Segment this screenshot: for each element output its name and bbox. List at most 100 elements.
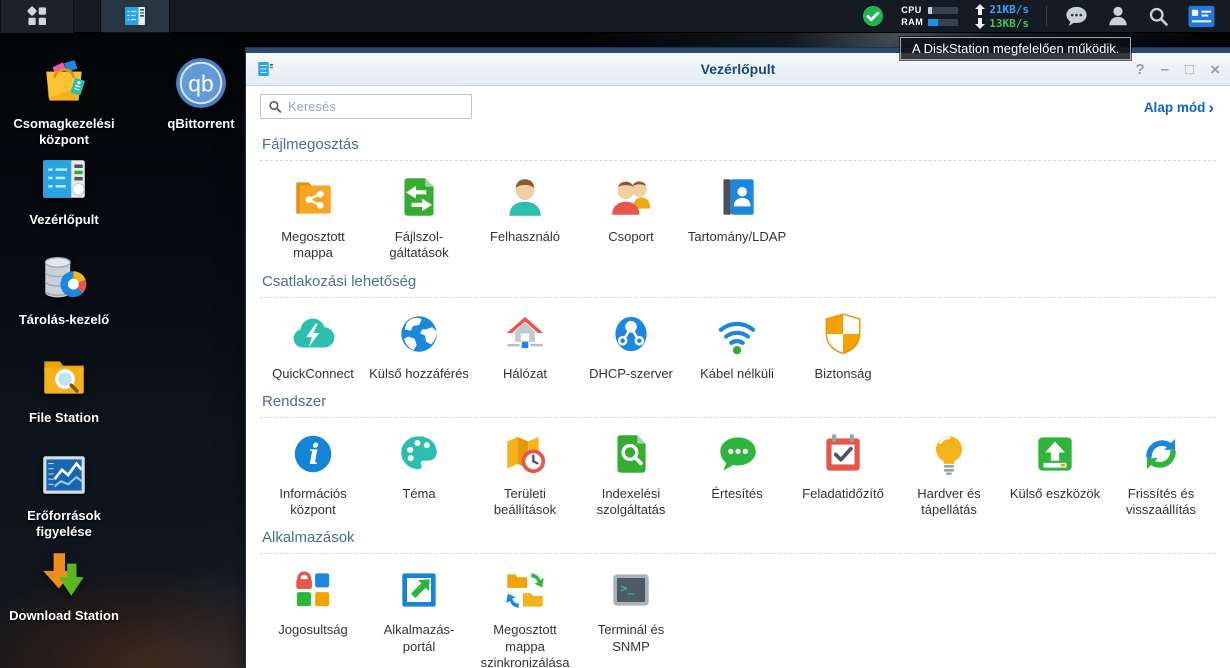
cp-item-shared-folder[interactable]: Megosztott mappa: [260, 172, 366, 262]
cp-item-terminal-snmp[interactable]: >_ Terminál és SNMP: [578, 565, 684, 655]
desktop-icon-qbittorrent[interactable]: qb qBittorrent: [149, 56, 253, 132]
cp-item-external-devices[interactable]: Külső eszközök: [1002, 429, 1108, 502]
shared-folder-icon: [296, 182, 331, 214]
cp-item-task-scheduler[interactable]: Feladatidőzítő: [790, 429, 896, 502]
cp-item-indexing-service[interactable]: Indexelési szolgáltatás: [578, 429, 684, 519]
minimize-button[interactable]: –: [1161, 62, 1169, 77]
main-menu-button[interactable]: [0, 0, 74, 33]
desktop-icon-resource-monitor[interactable]: Erőforrások figyelése: [12, 448, 116, 541]
chevron-right-icon: ›: [1208, 98, 1214, 117]
cp-item-privileges[interactable]: Jogosultság: [260, 565, 366, 638]
cp-item-label: Tartomány/LDAP: [687, 229, 787, 244]
control-panel-icon: [43, 160, 85, 198]
desktop-icon-label: qBittorrent: [167, 116, 235, 131]
search-icon[interactable]: [1147, 5, 1170, 28]
cp-item-user[interactable]: Felhasználó: [472, 172, 578, 245]
shared-folder-sync-icon: [506, 573, 544, 608]
cp-item-security[interactable]: Biztonság: [790, 309, 896, 382]
cp-item-regional-options[interactable]: Területi beállítások: [472, 429, 578, 519]
desktop-icon-file-station[interactable]: File Station: [12, 350, 116, 426]
ram-meter: [928, 18, 959, 26]
resource-monitor-icon: [43, 456, 85, 494]
cp-item-shared-folder-sync[interactable]: Megosztott mappa szinkronizálása: [472, 565, 578, 668]
hardware-power-icon: [935, 436, 963, 475]
regional-options-icon: [507, 436, 546, 473]
cp-item-dhcp-server[interactable]: DHCP-szerver: [578, 309, 684, 382]
search-box[interactable]: [260, 94, 472, 119]
control-panel-icon: [258, 62, 274, 76]
window-toolbar: Alap mód›: [246, 86, 1230, 125]
notifications-icon[interactable]: [1064, 4, 1089, 29]
desktop-icon-package-center[interactable]: Csomagkezelési központ: [12, 56, 116, 149]
desktop-icon-control-panel[interactable]: Vezérlőpult: [12, 152, 116, 228]
download-station-icon: [43, 553, 84, 596]
cp-item-external-access[interactable]: Külső hozzáférés: [366, 309, 472, 382]
cp-item-notification[interactable]: Értesítés: [684, 429, 790, 502]
control-panel-icon: [125, 6, 146, 25]
svg-text:i: i: [309, 438, 320, 471]
cp-item-label: Külső hozzáférés: [369, 365, 469, 381]
health-status-icon[interactable]: [862, 5, 884, 27]
cp-item-label: Külső eszközök: [1009, 485, 1101, 501]
cp-item-label: Kábel nélküli: [700, 365, 774, 381]
cp-item-hardware-power[interactable]: Hardver és tápellátás: [896, 429, 1002, 519]
cp-item-label: Indexelési szolgáltatás: [596, 485, 666, 517]
tray-divider: [1046, 6, 1047, 26]
cp-item-application-portal[interactable]: Alkalmazás- portál: [366, 565, 472, 655]
cp-item-quickconnect[interactable]: QuickConnect: [260, 309, 366, 382]
wireless-icon: [718, 321, 756, 354]
cp-item-update-restore[interactable]: Frissítés és visszaállítás: [1108, 429, 1214, 519]
cp-item-label: Biztonság: [814, 365, 872, 381]
maximize-button[interactable]: □: [1185, 62, 1194, 77]
indexing-service-icon: [617, 435, 646, 473]
topbar: CPU RAM 21KB/s 13KB/s: [0, 0, 1230, 33]
desktop-icon-label: File Station: [28, 410, 100, 425]
desktop-icon-label: Erőforrások figyelése: [27, 508, 101, 540]
desktop-icon-label: Vezérlőpult: [29, 212, 99, 227]
file-station-icon: [44, 361, 84, 394]
health-tooltip: A DiskStation megfelelően működik.: [900, 37, 1132, 60]
section-title-applications: Alkalmazások: [260, 520, 1216, 555]
download-arrow-icon: [975, 17, 986, 29]
section-title-file-sharing: Fájlmegosztás: [260, 127, 1216, 161]
control-panel-search-input[interactable]: [288, 99, 464, 114]
cp-item-wireless[interactable]: Kábel nélküli: [684, 309, 790, 382]
cpu-meter: [928, 6, 959, 14]
desktop-icon-download-station[interactable]: Download Station: [6, 548, 122, 624]
ram-label: RAM: [901, 17, 924, 27]
control-panel-window: Vezérlőpult ? – □ × Alap mód› Fájlmegosz…: [246, 48, 1230, 668]
cp-item-network[interactable]: Hálózat: [472, 309, 578, 382]
file-services-icon: [404, 178, 434, 216]
cp-item-file-services[interactable]: Fájlszol- gáltatások: [366, 172, 472, 262]
cp-item-label: Hardver és tápellátás: [917, 485, 981, 517]
desktop-icon-label: Csomagkezelési központ: [13, 116, 115, 148]
network-icon: [506, 316, 544, 348]
network-speeds[interactable]: 21KB/s 13KB/s: [975, 3, 1029, 30]
cp-item-group[interactable]: Csoport: [578, 172, 684, 245]
application-portal-icon: [402, 573, 436, 607]
cp-item-label: Terminál és SNMP: [597, 622, 665, 654]
download-speed: 13KB/s: [989, 16, 1029, 30]
upload-arrow-icon: [975, 3, 986, 15]
desktop-icon-label: Download Station: [9, 608, 119, 623]
cp-item-label: Fájlszol- gáltatások: [389, 229, 449, 261]
section-title-connectivity: Csatlakozási lehetőség: [260, 264, 1216, 298]
main-menu-icon: [27, 6, 46, 25]
taskbar-item-control-panel[interactable]: [100, 0, 170, 33]
cp-item-info-center[interactable]: i Információs központ: [260, 429, 366, 519]
basic-mode-link[interactable]: Alap mód ›: [1144, 98, 1214, 118]
security-icon: [825, 312, 861, 354]
cp-item-label: Téma: [402, 485, 436, 501]
user-account-icon[interactable]: [1106, 4, 1130, 28]
close-button[interactable]: ×: [1210, 61, 1220, 78]
desktop-icon-storage-manager[interactable]: Tárolás-kezelő: [12, 252, 116, 328]
cp-item-label: Felhasználó: [489, 229, 561, 244]
resource-meters[interactable]: CPU RAM: [901, 5, 959, 27]
widgets-icon[interactable]: [1187, 4, 1216, 29]
help-button[interactable]: ?: [1135, 62, 1144, 77]
cp-item-domain-ldap[interactable]: Tartomány/LDAP: [684, 172, 790, 245]
desktop-icon-label: Tárolás-kezelő: [18, 312, 110, 327]
cp-item-label: DHCP-szerver: [589, 365, 673, 381]
external-access-icon: [401, 315, 437, 352]
cp-item-theme[interactable]: Téma: [366, 429, 472, 502]
